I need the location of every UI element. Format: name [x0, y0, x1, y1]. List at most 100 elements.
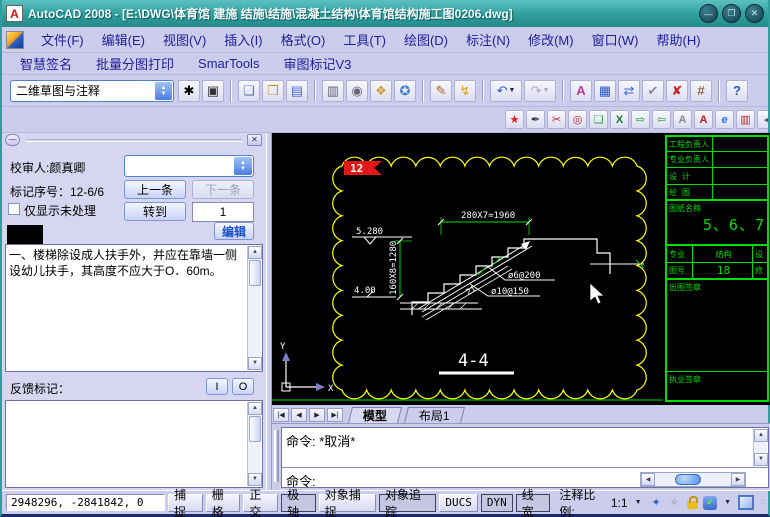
layer-properties-button[interactable]: ▦: [594, 80, 616, 102]
workspace-spinner-icon[interactable]: ▲▼: [155, 82, 172, 100]
toggle-snap[interactable]: 捕捉: [168, 494, 203, 512]
menu-smartools[interactable]: SmarTools: [186, 54, 271, 73]
layer-translate-button[interactable]: ⇄: [618, 80, 640, 102]
goto-input[interactable]: [192, 202, 254, 222]
menu-draw[interactable]: 绘图(D): [395, 27, 457, 52]
scroll-down-icon[interactable]: ▼: [248, 357, 262, 370]
command-box[interactable]: 命令: *取消* ▲ ▼ 命令: ◀ ▶: [281, 427, 769, 488]
toggle-grid[interactable]: 栅格: [206, 494, 241, 512]
menu-review-mark-v3[interactable]: 审图标记V3: [271, 52, 363, 75]
menu-batch-plot[interactable]: 批量分图打印: [84, 52, 186, 75]
toggle-dyn[interactable]: DYN: [481, 494, 513, 512]
tab-prev-button[interactable]: ◀: [291, 408, 307, 422]
annotation-visibility-icon[interactable]: ✦: [649, 495, 664, 511]
export-marks-button[interactable]: ⇨: [631, 110, 650, 129]
feedback-o-button[interactable]: O: [232, 378, 254, 395]
comment-scrollbar[interactable]: ▲ ▼: [247, 246, 261, 370]
scroll-up-icon[interactable]: ▲: [248, 402, 262, 415]
add-mark-button[interactable]: ★: [505, 110, 524, 129]
copy-marks-button[interactable]: ❑: [589, 110, 608, 129]
minimize-button[interactable]: —: [699, 4, 718, 23]
menu-help[interactable]: 帮助(H): [648, 27, 710, 52]
scroll-left-icon[interactable]: ◀: [641, 473, 655, 486]
menu-dimension[interactable]: 标注(N): [457, 27, 519, 52]
save-button[interactable]: ▤: [286, 80, 308, 102]
clean-screen-icon[interactable]: [738, 495, 754, 510]
toggle-ortho[interactable]: 正交: [243, 494, 278, 512]
toggle-polar[interactable]: 极轴: [281, 494, 316, 512]
match-properties-button[interactable]: ↯: [454, 80, 476, 102]
command-window-grip[interactable]: [274, 430, 279, 482]
markup-button[interactable]: ✎: [430, 80, 452, 102]
check-standards-button[interactable]: ✔: [642, 80, 664, 102]
tab-next-button[interactable]: ▶: [309, 408, 325, 422]
annotation-scale-dropdown-icon[interactable]: ▼: [631, 495, 646, 511]
workspace-settings-button[interactable]: ✱: [178, 80, 200, 102]
tab-model[interactable]: 模型: [348, 407, 402, 423]
coordinate-readout[interactable]: 2948296, -2841842, 0: [6, 494, 165, 511]
edit-mark-button[interactable]: ✒: [526, 110, 545, 129]
annotation-autoscale-icon[interactable]: ✧: [667, 495, 682, 511]
find-mark-button[interactable]: ◎: [568, 110, 587, 129]
comment-textarea[interactable]: 一、楼梯除设成人扶手外，并应在靠墙一侧设幼儿扶手，其高度不应大于O．60m。 ▲…: [5, 244, 263, 372]
feedback-textarea[interactable]: ▲ ▼: [5, 400, 263, 488]
plot-preview-button[interactable]: ◉: [346, 80, 368, 102]
text-style-button[interactable]: A: [570, 80, 592, 102]
scroll-right-icon[interactable]: ▶: [731, 473, 745, 486]
menu-insert[interactable]: 插入(I): [215, 27, 271, 52]
scroll-thumb[interactable]: [249, 260, 261, 286]
undo-dropdown-icon[interactable]: ▼: [508, 87, 515, 94]
edit-comment-button[interactable]: 编辑: [214, 222, 254, 240]
feedback-scrollbar[interactable]: ▲ ▼: [247, 402, 261, 486]
app-menu-icon[interactable]: [6, 31, 24, 49]
only-unhandled-checkbox[interactable]: [8, 203, 20, 215]
scroll-up-icon[interactable]: ▲: [754, 429, 768, 442]
toggle-otrack[interactable]: 对象追踪: [379, 494, 436, 512]
status-menu-icon[interactable]: ✔: [703, 496, 717, 510]
status-dropdown-icon[interactable]: ▼: [720, 495, 735, 511]
redo-button[interactable]: ↷ ▼: [524, 80, 556, 102]
menu-format[interactable]: 格式(O): [272, 27, 335, 52]
toggle-osnap[interactable]: 对象捕捉: [319, 494, 376, 512]
scroll-down-icon[interactable]: ▼: [248, 473, 262, 486]
menu-tools[interactable]: 工具(T): [334, 27, 395, 52]
cut-mark-button[interactable]: ✂: [547, 110, 566, 129]
combo-spinner-icon[interactable]: ▲▼: [234, 157, 252, 175]
quickcalc-button[interactable]: #: [690, 80, 712, 102]
ie-button[interactable]: e: [715, 110, 734, 129]
manual-button[interactable]: ▥: [736, 110, 755, 129]
tab-first-button[interactable]: |◀: [273, 408, 289, 422]
toggle-ducs[interactable]: DUCS: [439, 494, 478, 512]
new-file-button[interactable]: ❏: [238, 80, 260, 102]
menu-modify[interactable]: 修改(M): [519, 27, 583, 52]
drawing-canvas[interactable]: 12 280X7=1960 160X8=1280 5.280 4.00: [272, 133, 770, 405]
goto-button[interactable]: 转到: [124, 202, 186, 221]
delete-standards-button[interactable]: ✘: [666, 80, 688, 102]
maximize-button[interactable]: ❐: [722, 4, 741, 23]
prev-mark-button[interactable]: 上一条: [124, 180, 186, 199]
command-vscrollbar[interactable]: ▲ ▼: [753, 429, 767, 466]
menu-file[interactable]: 文件(F): [32, 27, 93, 52]
annotation-scale-value[interactable]: 1:1: [611, 496, 628, 510]
clipped-button[interactable]: ◂: [757, 110, 768, 129]
export-excel-button[interactable]: X: [610, 110, 629, 129]
help-button[interactable]: ?: [726, 80, 748, 102]
resize-grip[interactable]: ⁙: [759, 497, 768, 508]
workspace-switch-button[interactable]: ▣: [202, 80, 224, 102]
command-hscrollbar[interactable]: ◀ ▶: [640, 472, 746, 487]
palette-close-button[interactable]: ✕: [247, 134, 262, 146]
feedback-i-button[interactable]: I: [206, 378, 228, 395]
scroll-up-icon[interactable]: ▲: [248, 246, 262, 259]
tab-layout1[interactable]: 布局1: [404, 407, 465, 423]
mark-select-combo[interactable]: ▲▼: [124, 155, 254, 177]
acrobat-red-button[interactable]: A: [694, 110, 713, 129]
print-button[interactable]: ▥: [322, 80, 344, 102]
etransmit-button[interactable]: ✪: [394, 80, 416, 102]
import-marks-button[interactable]: ⇦: [652, 110, 671, 129]
toolbar-lock-icon[interactable]: [685, 495, 700, 511]
menu-smart-sign[interactable]: 智慧签名: [8, 52, 84, 75]
scroll-thumb[interactable]: [675, 474, 701, 485]
scroll-down-icon[interactable]: ▼: [754, 453, 768, 466]
autocad-logo-icon[interactable]: A: [6, 5, 23, 22]
menu-window[interactable]: 窗口(W): [583, 27, 648, 52]
